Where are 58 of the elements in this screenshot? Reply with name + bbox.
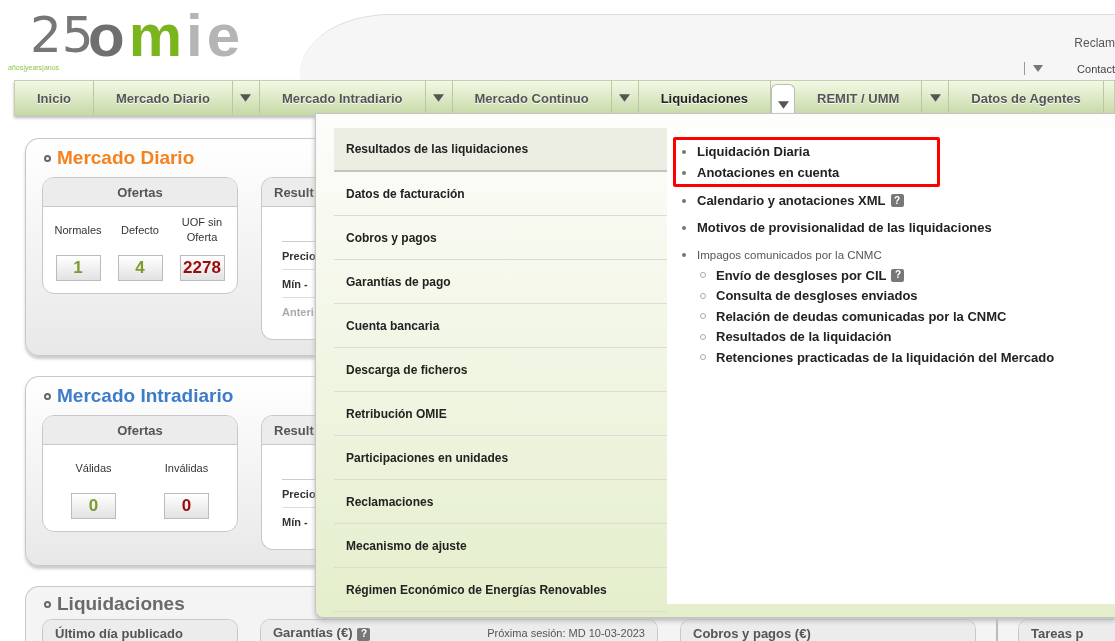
card-header: Result [262,178,316,207]
caret-icon [929,94,941,102]
bullet-icon [682,252,686,257]
submenu-link[interactable]: Consulta de desgloses enviados [716,288,918,304]
bullet-icon [682,225,686,230]
result-label: Mín - [282,514,309,530]
header-link[interactable]: Contact [1077,62,1115,75]
caret-icon [777,100,789,109]
dropdown-button[interactable] [771,84,796,115]
menu-item[interactable]: Resultados de las liquidaciones [334,128,667,172]
bullet-icon [682,149,686,154]
caret-icon [1033,65,1044,72]
card-title: Tareas p [1031,625,1084,641]
panel-title: Mercado Diario [57,147,195,169]
counter-label: Válidas [75,460,112,476]
counter-label: Normales [54,222,102,238]
card-header: Ofertas [43,416,237,445]
bullet-icon [44,600,51,608]
counter-value: 4 [117,255,163,281]
submenu-link[interactable]: Retenciones practicadas de la liquidación del Mercado [716,349,1055,365]
submenu-link[interactable]: Relación de deudas comunicadas por la CNMC [716,308,1007,324]
help-icon[interactable]: ? [890,194,904,207]
bullet-icon [44,392,51,400]
counter-value: 0 [164,493,209,519]
bullet-icon [682,198,686,203]
counter-label: UOF sin Oferta [180,215,224,245]
session-note: Próxima sesión: MD 10-03-2023 [487,627,645,639]
help-icon[interactable]: ? [357,627,371,641]
counter-label: Defecto [121,222,159,238]
nav-tab[interactable]: Mercado Diario [93,81,233,115]
caret-icon [433,94,444,102]
counter-value: 1 [55,255,101,281]
panel-title: Liquidaciones [57,593,185,615]
nav-tab[interactable]: Inicio [15,81,94,115]
caret-icon [240,94,252,102]
card-title: Último día publicado [55,625,183,641]
submenu-link[interactable]: Motivos de provisionalidad de las liquidaciones [697,220,992,235]
header-link[interactable]: Reclam [1074,36,1115,50]
menu-item[interactable]: Régimen Económico de Energías Renovables [334,568,667,612]
submenu-link[interactable]: Liquidación Diaria [697,144,810,159]
card-header: Result [262,416,316,445]
submenu-link[interactable]: Envío de desgloses por CIL [716,267,887,283]
panel-title: Mercado Intradiario [57,385,234,407]
bullet-icon [44,154,51,162]
counter-value: 0 [71,493,116,519]
submenu-link[interactable]: Anotaciones en cuenta [697,165,840,180]
counter-label: Inválidas [164,460,209,476]
counter-value: 2278 [179,255,225,281]
group-label: Impagos comunicados por la CNMC [697,248,882,261]
caret-icon [619,94,631,102]
card-title: Garantías (€) [273,625,353,641]
bullet-icon [682,170,686,175]
submenu-link[interactable]: Resultados de la liquidación [716,329,892,345]
card-title: Cobros y pagos (€) [693,625,811,641]
card-header: Ofertas [43,178,237,207]
help-icon[interactable]: ? [891,268,905,282]
submenu-link[interactable]: Calendario y anotaciones XML [697,193,886,208]
result-label: Anteri [282,304,315,320]
